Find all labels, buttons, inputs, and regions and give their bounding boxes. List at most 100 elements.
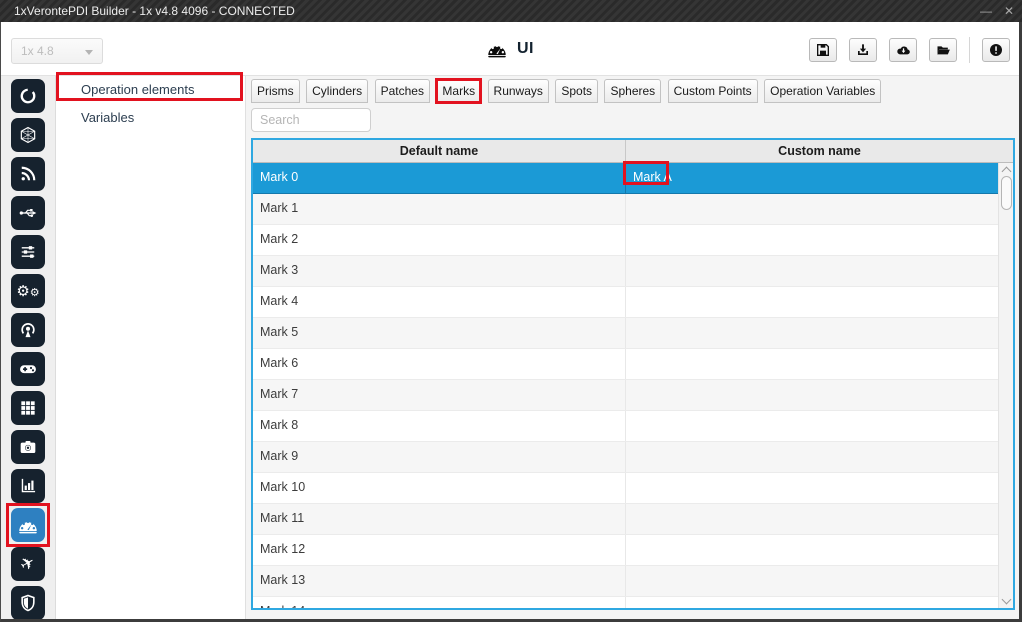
table-row[interactable]: Mark 14 [253,597,1013,610]
sidebar-item-joystick[interactable] [11,352,45,386]
table-row[interactable]: Mark 8 [253,411,1013,442]
tab-strip: Prisms Cylinders Patches Marks Runways S… [246,76,1019,103]
window-title: 1xVerontePDI Builder - 1x v4.8 4096 - CO… [14,0,295,22]
page-title-label: UI [517,40,534,58]
gauge-icon [486,38,508,60]
cell-default-name: Mark 1 [253,194,626,224]
table-row[interactable]: Mark 1 [253,194,1013,225]
cell-custom-name [626,287,1013,317]
sidebar-item-shield[interactable] [11,586,45,619]
usb-icon [18,203,38,223]
table-row[interactable]: Mark 10 [253,473,1013,504]
info-button[interactable] [982,38,1010,62]
scroll-down-icon[interactable] [1002,595,1012,605]
save-button[interactable] [809,38,837,62]
save-icon [815,42,831,58]
cell-custom-name [626,380,1013,410]
nav-item-label: Operation elements [81,82,194,97]
tab-marks-label: Marks [442,84,475,98]
search-input[interactable] [251,108,371,132]
cell-custom-name [626,411,1013,441]
cell-default-name: Mark 9 [253,442,626,472]
cell-default-name: Mark 0 [253,163,626,193]
column-header-default-name: Default name [253,140,626,162]
tab-cylinders[interactable]: Cylinders [306,79,368,103]
sidebar-item-mesh-sphere[interactable] [11,118,45,152]
tab-custom-points[interactable]: Custom Points [668,79,758,103]
sliders-icon [18,242,38,262]
scroll-up-icon[interactable] [1002,167,1012,177]
sidebar-item-ui[interactable] [11,508,45,542]
sidebar-item-flight[interactable]: ✈ [11,547,45,581]
table-body: Mark 0 Mark A Mark 1 Mark 2 Mark 3 Mark … [253,163,1013,610]
import-button[interactable] [849,38,877,62]
version-select[interactable]: 1x 4.8 [11,38,103,64]
table-row[interactable]: Mark 3 [253,256,1013,287]
veronte-logo-icon [18,86,38,106]
sidebar-item-apps-grid[interactable] [11,391,45,425]
custom-name-value: Mark A [633,170,672,184]
app-window: 1xVerontePDI Builder - 1x v4.8 4096 - CO… [0,0,1022,622]
tab-prisms[interactable]: Prisms [251,79,300,103]
sidebar-item-beacon[interactable] [11,313,45,347]
open-folder-icon [935,42,952,58]
nav-item-operation-elements[interactable]: Operation elements [56,76,245,104]
minimize-button[interactable]: — [980,0,992,22]
table-row[interactable]: Mark 4 [253,287,1013,318]
beacon-icon [18,320,38,340]
toolbar: 1x 4.8 UI [1,22,1019,76]
close-button[interactable]: ✕ [1004,0,1014,22]
tab-runways[interactable]: Runways [488,79,549,103]
airplane-icon: ✈ [18,553,39,575]
scrollbar-thumb[interactable] [1001,176,1012,210]
shield-icon [18,593,38,613]
cloud-download-icon [895,42,912,58]
cell-default-name: Mark 12 [253,535,626,565]
table-row[interactable]: Mark 5 [253,318,1013,349]
grid-icon [18,398,38,418]
sidebar-item-camera[interactable] [11,430,45,464]
cell-default-name: Mark 2 [253,225,626,255]
cell-custom-name [626,318,1013,348]
tab-patches[interactable]: Patches [375,79,430,103]
table-row[interactable]: Mark 11 [253,504,1013,535]
cell-default-name: Mark 14 [253,597,626,610]
sidebar-item-statistics[interactable] [11,469,45,503]
table-row[interactable]: Mark 7 [253,380,1013,411]
cell-custom-name [626,566,1013,596]
table-header: Default name Custom name [253,140,1013,163]
cell-custom-name [626,194,1013,224]
nav-item-label: Variables [81,110,134,125]
tab-operation-variables[interactable]: Operation Variables [764,79,881,103]
cell-default-name: Mark 13 [253,566,626,596]
signal-rss-icon [18,164,38,184]
sidebar-item-usb[interactable] [11,196,45,230]
marks-table: Default name Custom name Mark 0 Mark A M… [251,138,1015,610]
table-row[interactable]: Mark 12 [253,535,1013,566]
sidebar-item-settings-sliders[interactable] [11,235,45,269]
table-row[interactable]: Mark 13 [253,566,1013,597]
table-row[interactable]: Mark 6 [253,349,1013,380]
table-row[interactable]: Mark 2 [253,225,1013,256]
cell-default-name: Mark 10 [253,473,626,503]
nav-item-variables[interactable]: Variables [56,104,245,132]
vertical-scrollbar[interactable] [998,163,1013,608]
cell-custom-name [626,225,1013,255]
sidebar-item-telemetry[interactable] [11,157,45,191]
gamepad-icon [18,359,38,379]
cloud-download-button[interactable] [889,38,917,62]
sidebar-item-automations[interactable]: ⚙⚙ [11,274,45,308]
cell-default-name: Mark 4 [253,287,626,317]
version-select-value: 1x 4.8 [21,44,54,58]
tab-spheres[interactable]: Spheres [604,79,661,103]
tab-spots[interactable]: Spots [555,79,598,103]
table-row[interactable]: Mark 9 [253,442,1013,473]
sidebar-item-veronte-logo[interactable] [11,79,45,113]
open-folder-button[interactable] [929,38,957,62]
column-header-custom-name: Custom name [626,140,1013,162]
cell-default-name: Mark 8 [253,411,626,441]
table-row[interactable]: Mark 0 Mark A [253,163,1013,194]
sidebar-icon-rail: ⚙⚙ [1,76,56,619]
cell-custom-name [626,504,1013,534]
tab-marks[interactable]: Marks [436,79,481,103]
